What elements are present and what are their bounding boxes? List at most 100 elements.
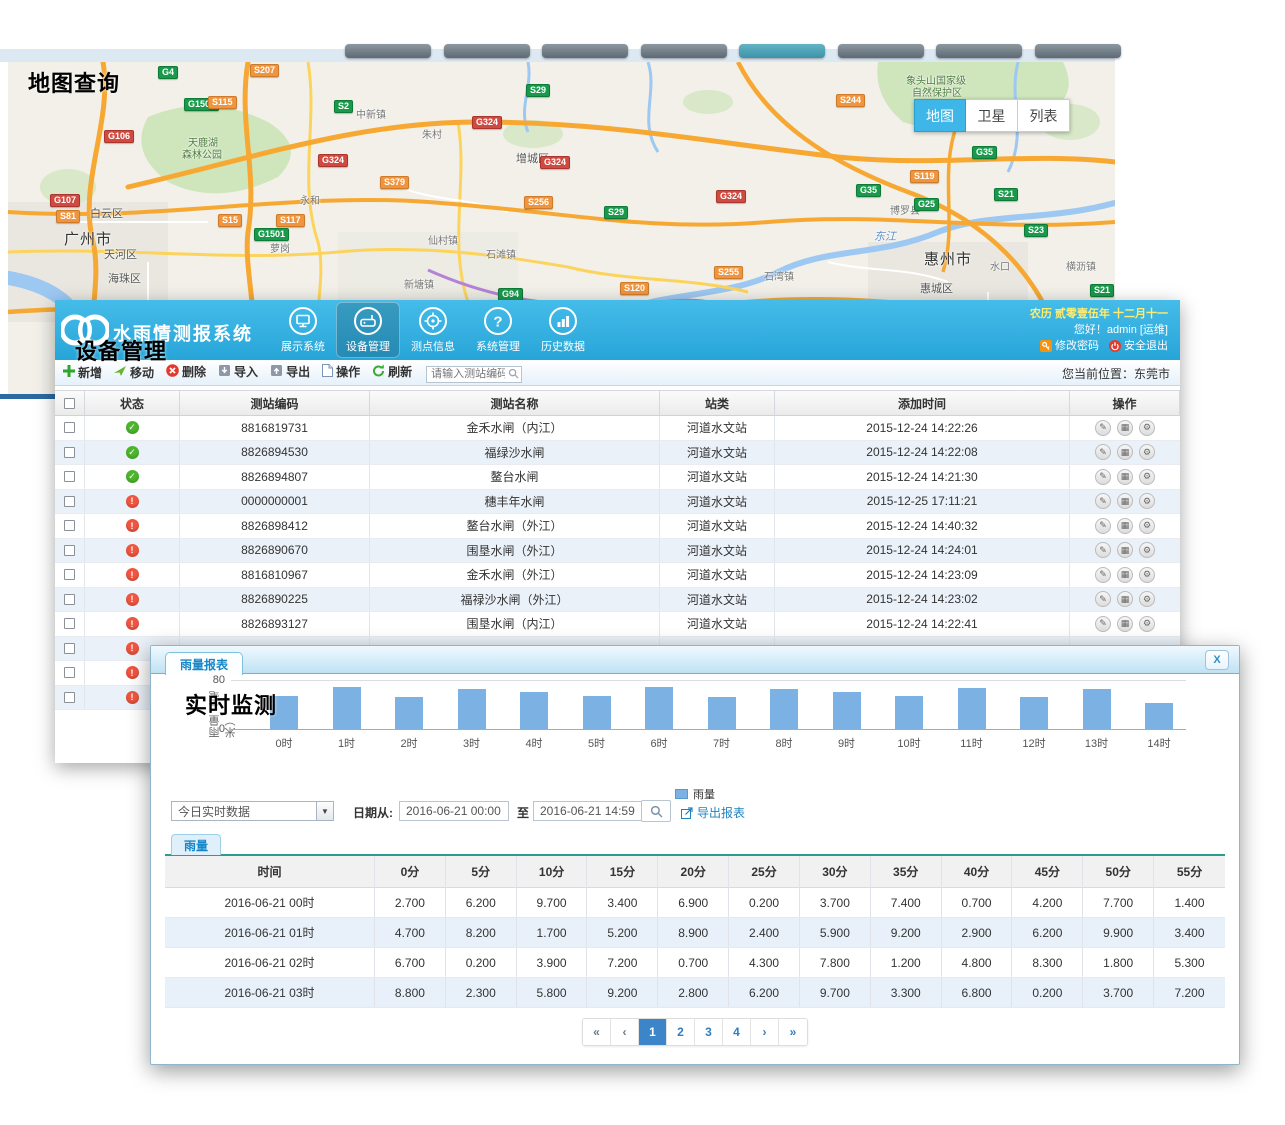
- background-window-tab[interactable]: [1035, 44, 1121, 58]
- rain-value-cell: 0.200: [1012, 978, 1083, 1007]
- gear-icon[interactable]: ⚙: [1139, 518, 1155, 534]
- toolbar-button-操作[interactable]: 操作: [322, 363, 360, 380]
- nav-item-历史数据[interactable]: 历史数据: [531, 302, 595, 358]
- row-checkbox[interactable]: [64, 692, 75, 703]
- toolbar-button-移动[interactable]: 移动: [114, 364, 154, 381]
- nav-item-测点信息[interactable]: 测点信息: [401, 302, 465, 358]
- calendar-icon[interactable]: ▦: [1117, 567, 1133, 583]
- pagination-item-‹[interactable]: ‹: [611, 1019, 639, 1045]
- header-user-area: 农历 贰零壹伍年 十二月十一 您好！admin [运维] 修改密码 安全退出: [1030, 306, 1168, 354]
- pagination-item-«[interactable]: «: [583, 1019, 611, 1045]
- gear-icon[interactable]: ⚙: [1139, 444, 1155, 460]
- calendar-icon[interactable]: ▦: [1117, 518, 1133, 534]
- row-checkbox[interactable]: [64, 496, 75, 507]
- nav-item-展示系统[interactable]: 展示系统: [271, 302, 335, 358]
- rain-value-cell: 1.200: [871, 948, 942, 977]
- map-view-button-列表[interactable]: 列表: [1018, 99, 1070, 132]
- row-checkbox[interactable]: [64, 618, 75, 629]
- date-to-input[interactable]: [533, 801, 643, 821]
- row-checkbox[interactable]: [64, 667, 75, 678]
- toolbar-button-导入[interactable]: 导入: [218, 363, 258, 380]
- background-window-tab[interactable]: [936, 44, 1022, 58]
- background-window-tab[interactable]: [739, 44, 825, 58]
- rain-value-cell: 0.700: [658, 948, 729, 977]
- row-checkbox[interactable]: [64, 471, 75, 482]
- pagination-item-3[interactable]: 3: [695, 1019, 723, 1045]
- background-window-tab[interactable]: [345, 44, 431, 58]
- tab-rain[interactable]: 雨量: [171, 834, 221, 855]
- rain-value-cell: 7.800: [800, 948, 871, 977]
- toolbar-button-导出[interactable]: 导出: [270, 363, 310, 380]
- nav-item-系统管理[interactable]: ?系统管理: [466, 302, 530, 358]
- calendar-icon[interactable]: ▦: [1117, 493, 1133, 509]
- pagination-item-2[interactable]: 2: [667, 1019, 695, 1045]
- pagination-item-»[interactable]: »: [779, 1019, 807, 1045]
- table-row: !8826893127围垦水闸（内江）河道水文站2015-12-24 14:22…: [55, 612, 1180, 637]
- calendar-icon[interactable]: ▦: [1117, 542, 1133, 558]
- pagination-item-›[interactable]: ›: [751, 1019, 779, 1045]
- pagination-item-1[interactable]: 1: [639, 1019, 667, 1045]
- status-ok-icon: ✓: [126, 421, 139, 434]
- edit-icon[interactable]: ✎: [1095, 444, 1111, 460]
- edit-icon[interactable]: ✎: [1095, 542, 1111, 558]
- gear-icon[interactable]: ⚙: [1139, 469, 1155, 485]
- rain-value-cell: 8.800: [375, 978, 446, 1007]
- road-shield: G35: [856, 184, 881, 197]
- row-checkbox[interactable]: [64, 643, 75, 654]
- added-time: 2015-12-24 14:22:26: [866, 421, 977, 435]
- row-checkbox[interactable]: [64, 569, 75, 580]
- row-checkbox[interactable]: [64, 594, 75, 605]
- edit-icon[interactable]: ✎: [1095, 567, 1111, 583]
- toolbar-button-刷新[interactable]: 刷新: [372, 363, 412, 380]
- gear-icon[interactable]: ⚙: [1139, 616, 1155, 632]
- query-button[interactable]: [641, 800, 671, 822]
- row-checkbox[interactable]: [64, 447, 75, 458]
- row-checkbox[interactable]: [64, 520, 75, 531]
- rain-value-cell: 2.700: [375, 888, 446, 917]
- calendar-icon[interactable]: ▦: [1117, 469, 1133, 485]
- calendar-icon[interactable]: ▦: [1117, 420, 1133, 436]
- rain-table-row: 2016-06-21 00时2.7006.2009.7003.4006.9000…: [165, 888, 1225, 918]
- col-name: 测站名称: [370, 390, 660, 416]
- background-window-tab[interactable]: [641, 44, 727, 58]
- background-window-tab[interactable]: [838, 44, 924, 58]
- close-icon[interactable]: X: [1205, 650, 1229, 670]
- map-view-button-卫星[interactable]: 卫星: [966, 99, 1018, 132]
- logout-link[interactable]: 安全退出: [1109, 338, 1168, 354]
- toolbar-button-新增[interactable]: 新增: [63, 364, 102, 381]
- row-checkbox[interactable]: [64, 422, 75, 433]
- edit-icon[interactable]: ✎: [1095, 420, 1111, 436]
- edit-icon[interactable]: ✎: [1095, 591, 1111, 607]
- calendar-icon[interactable]: ▦: [1117, 591, 1133, 607]
- select-all-checkbox[interactable]: [64, 398, 75, 409]
- edit-icon[interactable]: ✎: [1095, 616, 1111, 632]
- nav-item-设备管理[interactable]: 设备管理: [336, 302, 400, 358]
- x-tick-label: 13时: [1075, 735, 1119, 751]
- x-tick-label: 0时: [262, 735, 306, 751]
- caption-realtime: 实时监测: [185, 688, 277, 720]
- gear-icon[interactable]: ⚙: [1139, 567, 1155, 583]
- background-window-tab[interactable]: [542, 44, 628, 58]
- rain-col-header: 35分: [871, 856, 942, 888]
- edit-icon[interactable]: ✎: [1095, 493, 1111, 509]
- gear-icon[interactable]: ⚙: [1139, 420, 1155, 436]
- tab-rain-report[interactable]: 雨量报表: [165, 652, 243, 675]
- toolbar-button-删除[interactable]: 删除: [166, 363, 206, 380]
- calendar-icon[interactable]: ▦: [1117, 444, 1133, 460]
- change-password-link[interactable]: 修改密码: [1040, 338, 1099, 354]
- row-checkbox[interactable]: [64, 545, 75, 556]
- map-view-button-地图[interactable]: 地图: [914, 99, 966, 132]
- nav-item-label: 设备管理: [346, 338, 390, 354]
- export-report-link[interactable]: 导出报表: [681, 804, 745, 821]
- edit-icon[interactable]: ✎: [1095, 469, 1111, 485]
- power-icon: [1109, 340, 1121, 352]
- calendar-icon[interactable]: ▦: [1117, 616, 1133, 632]
- gear-icon[interactable]: ⚙: [1139, 591, 1155, 607]
- background-window-tab[interactable]: [444, 44, 530, 58]
- date-from-input[interactable]: [399, 801, 509, 821]
- gear-icon[interactable]: ⚙: [1139, 493, 1155, 509]
- data-range-select[interactable]: 今日实时数据 ▼: [171, 801, 334, 821]
- gear-icon[interactable]: ⚙: [1139, 542, 1155, 558]
- pagination-item-4[interactable]: 4: [723, 1019, 751, 1045]
- edit-icon[interactable]: ✎: [1095, 518, 1111, 534]
